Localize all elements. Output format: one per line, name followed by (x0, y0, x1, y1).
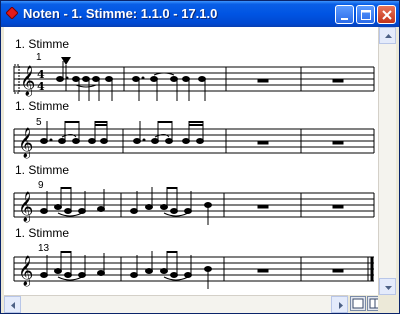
treble-clef-icon: 𝄞 (18, 191, 33, 223)
staff-system[interactable]: 𝄞 (4, 121, 378, 163)
scroll-up-icon (385, 34, 392, 38)
scroll-up-button[interactable] (379, 27, 396, 44)
window-title: Noten - 1. Stimme: 1.1.0 - 17.1.0 (23, 6, 218, 21)
vertical-scrollbar[interactable] (378, 27, 396, 295)
scroll-right-icon (339, 302, 343, 309)
treble-clef-icon: 𝄞 (18, 127, 33, 159)
treble-clef-icon: 𝄞 (20, 65, 35, 97)
page-view-icon (352, 298, 364, 309)
title-bar[interactable]: Noten - 1. Stimme: 1.1.0 - 17.1.0 (1, 1, 399, 27)
staff-label: 1. Stimme (15, 99, 70, 113)
scroll-left-button[interactable] (4, 296, 21, 313)
scroll-right-button[interactable] (331, 296, 348, 313)
staff-system[interactable]: 𝄞 (4, 250, 378, 290)
time-signature-bottom: 4 (37, 80, 45, 93)
close-icon (382, 10, 392, 20)
staff-label: 1. Stimme (15, 163, 70, 177)
staff-system[interactable]: 𝄞 (4, 187, 378, 227)
score-window: Noten - 1. Stimme: 1.1.0 - 17.1.0 1. Sti… (0, 0, 400, 314)
horizontal-scrollbar[interactable] (4, 295, 348, 313)
maximize-icon (361, 10, 371, 20)
scroll-left-icon (11, 302, 15, 309)
scroll-down-button[interactable] (379, 278, 396, 295)
close-button[interactable] (377, 5, 396, 24)
size-grip[interactable] (378, 295, 395, 312)
treble-clef-icon: 𝄞 (18, 255, 33, 287)
staff-label: 1. Stimme (15, 226, 70, 240)
staff-label: 1. Stimme (15, 37, 70, 51)
scroll-down-icon (385, 286, 392, 290)
red-diamond-icon[interactable] (6, 7, 18, 19)
maximize-button[interactable] (356, 5, 375, 24)
page-view-button[interactable] (350, 296, 366, 311)
score-view[interactable]: 1. Stimme 1 𝄞 4 4 1. Stimme 5 𝄞 1. Stimm… (4, 27, 378, 295)
minimize-icon (341, 18, 348, 20)
minimize-button[interactable] (335, 5, 354, 24)
